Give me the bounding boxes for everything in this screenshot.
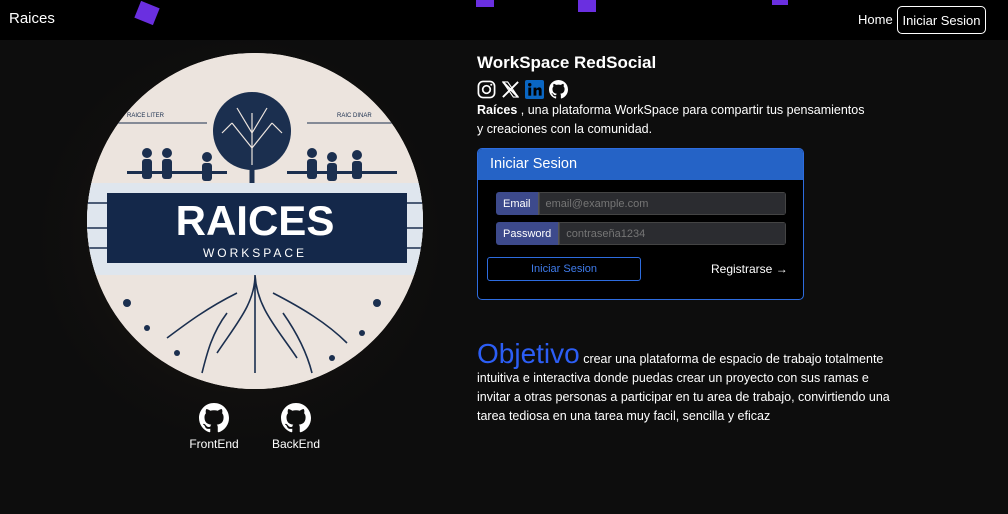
login-card: Iniciar Sesion Email Password Iniciar Se… [477,148,804,300]
banner-right-text: RAIC DINAR [337,113,372,119]
register-link[interactable]: Registrarse → [711,262,788,276]
banner-left-text: RAICE LITER [127,113,165,119]
decorative-square [772,0,788,5]
objective-section: Objetivo crear una plataforma de espacio… [477,339,892,426]
brand-link[interactable]: Raices [9,10,55,27]
intro-brand: Raíces [477,103,518,117]
password-label: Password [496,222,560,245]
frontend-label: FrontEnd [189,437,239,451]
email-label: Email [496,192,539,215]
linkedin-icon[interactable] [525,80,544,99]
backend-label: BackEnd [271,437,321,451]
intro-description: , una plataforma WorkSpace para comparti… [477,103,865,136]
login-card-header: Iniciar Sesion [478,149,803,180]
password-input[interactable] [559,222,786,245]
login-submit-button[interactable]: Iniciar Sesion [487,257,641,281]
x-icon[interactable] [501,80,520,99]
decorative-square [476,0,494,7]
objective-heading: Objetivo [477,338,580,369]
email-field-group: Email [496,192,786,215]
frontend-repo-link[interactable]: FrontEnd [179,403,249,451]
github-icon[interactable] [549,80,568,99]
email-input[interactable] [538,192,786,215]
logo-subtitle: WORKSPACE [203,246,307,260]
decorative-square [578,0,596,12]
github-icon [281,403,311,433]
logo-title: RAICES [176,197,335,244]
nav-home-link[interactable]: Home [858,12,893,27]
nav-login-button[interactable]: Iniciar Sesion [897,6,986,34]
page-title: WorkSpace RedSocial [477,53,657,72]
backend-repo-link[interactable]: BackEnd [261,403,331,451]
social-links [477,80,568,99]
password-field-group: Password [496,222,786,245]
github-icon [199,403,229,433]
intro-text: Raíces , una plataforma WorkSpace para c… [477,101,867,139]
logo-image: RAICE LITER RAIC DINAR RAICES WORKSPACE [87,53,423,389]
instagram-icon[interactable] [477,80,496,99]
